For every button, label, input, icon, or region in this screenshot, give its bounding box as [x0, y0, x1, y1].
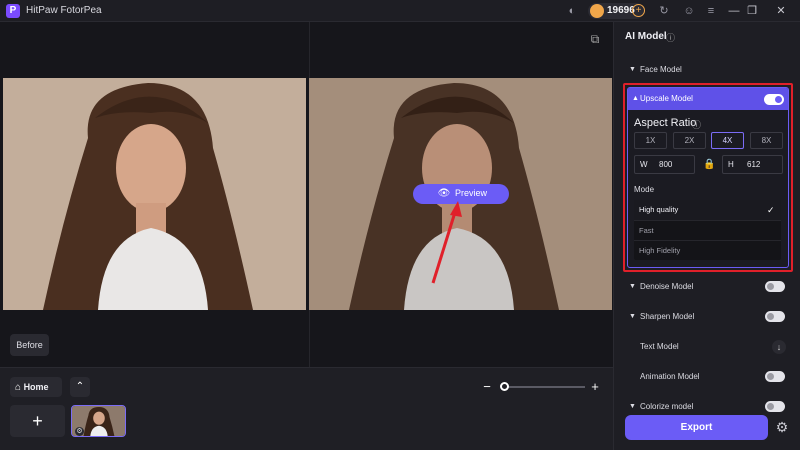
- info-icon[interactable]: ⓘ: [666, 31, 675, 44]
- app-window: P HitPaw FotorPea ◐ 19696 + ↻ ☺ ≡ — ❐ ✕ …: [0, 0, 800, 450]
- face-model-label[interactable]: Face Model: [640, 65, 682, 74]
- aspect-ratio-title: Aspect Ratio: [634, 117, 697, 129]
- animation-model-toggle[interactable]: [765, 371, 785, 382]
- lock-icon[interactable]: 🔒: [703, 158, 715, 171]
- expand-caret-icon[interactable]: ▼: [629, 403, 636, 410]
- add-image-button[interactable]: +: [10, 405, 65, 437]
- check-icon: ✓: [767, 205, 775, 215]
- menu-icon[interactable]: ≡: [703, 3, 719, 19]
- home-icon: ⌂: [15, 382, 22, 393]
- scale-1x-button[interactable]: 1X: [634, 132, 667, 149]
- add-coins-button[interactable]: +: [632, 4, 645, 17]
- mode-label: Mode: [634, 185, 655, 194]
- denoise-model-label[interactable]: Denoise Model: [640, 282, 693, 291]
- refresh-icon[interactable]: ↻: [656, 3, 672, 19]
- settings-icon[interactable]: ⚙: [773, 418, 791, 436]
- upscale-model-label: Upscale Model: [640, 94, 693, 103]
- expand-caret-icon[interactable]: ▼: [629, 66, 636, 73]
- export-button[interactable]: Export: [625, 415, 768, 440]
- sharpen-model-toggle[interactable]: [765, 311, 785, 322]
- discord-icon[interactable]: ◐: [564, 3, 580, 19]
- home-label: Home: [23, 382, 49, 392]
- app-title: HitPaw FotorPea: [26, 5, 102, 16]
- zoom-in-button[interactable]: +: [588, 380, 602, 394]
- width-value: 800: [659, 160, 673, 169]
- before-image: [3, 78, 306, 310]
- coin-icon: [590, 4, 604, 18]
- zoom-out-button[interactable]: −: [481, 380, 493, 394]
- coins-count: 19696: [607, 5, 635, 16]
- colorize-model-toggle[interactable]: [765, 401, 785, 412]
- expand-caret-icon[interactable]: ▼: [629, 313, 636, 320]
- zoom-slider[interactable]: [503, 386, 585, 388]
- scale-4x-button[interactable]: 4X: [711, 132, 744, 149]
- height-label: H: [728, 160, 734, 169]
- thumbnail-settings-icon[interactable]: ⚙: [75, 427, 84, 436]
- width-label: W: [640, 160, 648, 169]
- title-bar: [0, 0, 800, 22]
- account-icon[interactable]: ☺: [681, 3, 697, 19]
- crop-icon[interactable]: ⧉: [588, 32, 602, 46]
- expand-caret-icon[interactable]: ▼: [629, 283, 636, 290]
- before-label: Before: [10, 334, 49, 356]
- panel-title: AI Model: [625, 31, 667, 42]
- annotation-arrow: [431, 201, 462, 284]
- download-icon[interactable]: ↓: [772, 340, 786, 354]
- mode-option-high-quality[interactable]: High quality: [634, 200, 781, 220]
- denoise-model-toggle[interactable]: [765, 281, 785, 292]
- sharpen-model-label[interactable]: Sharpen Model: [640, 312, 694, 321]
- height-value: 612: [747, 160, 761, 169]
- collapse-button[interactable]: ⌃: [70, 377, 90, 397]
- app-logo: P: [6, 4, 20, 18]
- close-button[interactable]: ✕: [770, 2, 792, 20]
- home-button[interactable]: ⌂ Home: [10, 377, 62, 397]
- aspect-ratio-info-icon[interactable]: ⓘ: [692, 118, 701, 131]
- mode-option-high-fidelity[interactable]: High Fidelity: [634, 240, 781, 260]
- colorize-model-label[interactable]: Colorize model: [640, 402, 693, 411]
- animation-model-label[interactable]: Animation Model: [640, 372, 700, 381]
- collapse-caret-icon[interactable]: ▲: [632, 95, 639, 102]
- mode-option-fast[interactable]: Fast: [634, 220, 781, 240]
- maximize-button[interactable]: ❐: [741, 2, 763, 20]
- upscale-model-toggle[interactable]: [764, 94, 784, 105]
- scale-8x-button[interactable]: 8X: [750, 132, 783, 149]
- text-model-label[interactable]: Text Model: [640, 342, 679, 351]
- zoom-slider-handle[interactable]: [500, 382, 509, 391]
- scale-2x-button[interactable]: 2X: [673, 132, 706, 149]
